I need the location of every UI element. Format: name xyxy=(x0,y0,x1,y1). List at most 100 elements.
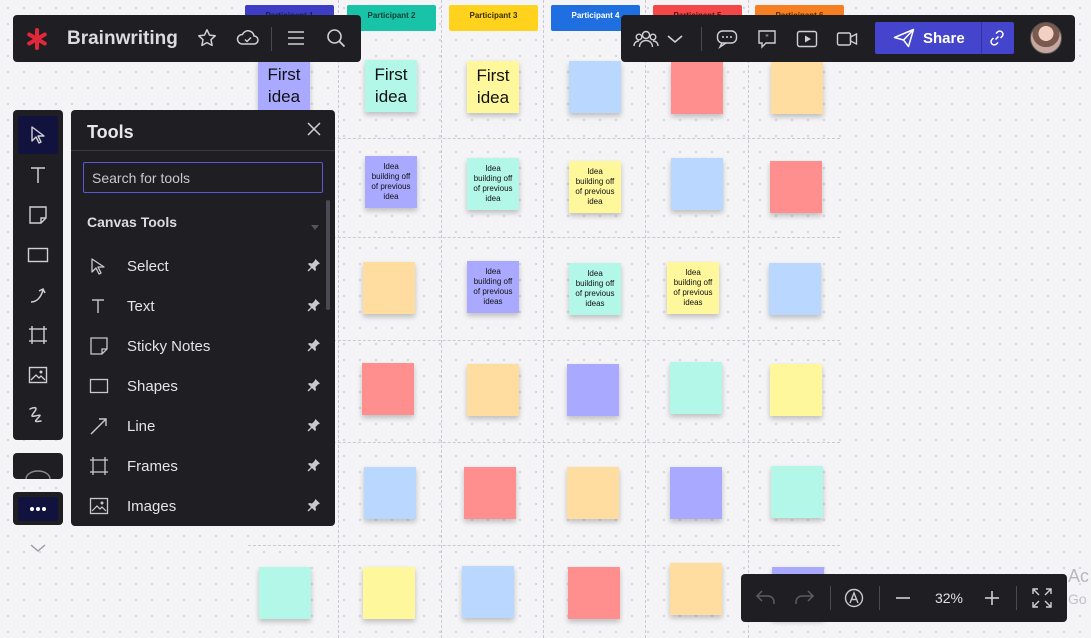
sticky-note[interactable] xyxy=(464,467,516,519)
sticky-note[interactable] xyxy=(462,566,514,618)
tool-item-label: Shapes xyxy=(127,377,178,395)
tool-item-sticky-notes[interactable]: Sticky Notes xyxy=(87,335,323,357)
board-header: Brainwriting xyxy=(13,15,361,62)
zoom-out-icon[interactable] xyxy=(895,590,911,611)
watermark-line-1: Ac xyxy=(1068,566,1090,586)
sticky-note[interactable] xyxy=(771,62,823,114)
tool-item-images[interactable]: Images xyxy=(87,495,323,517)
more-tools-button[interactable] xyxy=(13,492,63,525)
image-tool-button[interactable] xyxy=(18,356,58,394)
pin-icon[interactable] xyxy=(307,458,321,477)
sticky-note[interactable] xyxy=(670,467,722,519)
rectangle-icon xyxy=(89,378,109,399)
link-icon[interactable] xyxy=(988,29,1006,52)
sticky-note[interactable]: First idea xyxy=(365,60,417,112)
share-button[interactable]: Share xyxy=(875,22,1014,54)
search-tools-input[interactable]: Search for tools xyxy=(83,162,323,193)
pin-icon[interactable] xyxy=(307,498,321,517)
fullscreen-icon[interactable] xyxy=(1032,588,1052,613)
image-icon xyxy=(89,497,109,520)
chat-icon[interactable] xyxy=(715,27,739,51)
pin-icon[interactable] xyxy=(307,378,321,397)
tool-item-line[interactable]: Line xyxy=(87,415,323,437)
sticky-note[interactable]: Idea building off of previous idea xyxy=(365,156,417,208)
shapes-preview-icon xyxy=(25,470,51,479)
sticky-note[interactable] xyxy=(671,62,723,114)
shapes-tool-button[interactable] xyxy=(18,236,58,274)
board-title[interactable]: Brainwriting xyxy=(67,28,178,50)
sticky-note[interactable] xyxy=(363,567,415,619)
pin-icon[interactable] xyxy=(307,298,321,317)
sticky-note[interactable] xyxy=(363,262,415,314)
pin-icon[interactable] xyxy=(307,258,321,277)
redo-icon[interactable] xyxy=(793,588,815,611)
tool-item-text[interactable]: Text xyxy=(87,295,323,317)
row-divider xyxy=(248,138,840,139)
tool-item-frames[interactable]: Frames xyxy=(87,455,323,477)
line-tool-button[interactable] xyxy=(18,276,58,314)
accessibility-icon[interactable] xyxy=(844,588,864,613)
star-icon[interactable] xyxy=(195,26,219,50)
chevron-down-icon[interactable] xyxy=(665,27,685,51)
tool-item-shapes[interactable]: Shapes xyxy=(87,375,323,397)
caret-down-icon[interactable] xyxy=(311,218,319,236)
sticky-note[interactable] xyxy=(567,467,619,519)
text-tool-button[interactable] xyxy=(18,156,58,194)
sticky-note[interactable]: First idea xyxy=(258,60,310,112)
hamburger-menu-icon[interactable] xyxy=(284,26,308,50)
sticky-note[interactable] xyxy=(770,161,822,213)
sticky-note[interactable] xyxy=(259,567,311,619)
zoom-in-icon[interactable] xyxy=(984,590,1000,611)
sticky-note[interactable] xyxy=(670,362,722,414)
sticky-note[interactable] xyxy=(670,563,722,615)
sticky-note[interactable] xyxy=(568,567,620,619)
select-tool-button[interactable] xyxy=(18,116,58,154)
video-camera-icon[interactable] xyxy=(835,27,859,51)
presentation-play-icon[interactable] xyxy=(795,27,819,51)
sticky-note[interactable] xyxy=(769,263,821,315)
asterisk-logo-icon[interactable] xyxy=(25,27,49,51)
row-divider xyxy=(248,237,840,238)
divider xyxy=(271,27,272,51)
pin-icon[interactable] xyxy=(307,418,321,437)
sticky-note[interactable] xyxy=(569,61,621,113)
sticky-note[interactable] xyxy=(364,467,416,519)
sticky-note[interactable] xyxy=(771,466,823,518)
tools-panel: Tools Search for tools Canvas Tools Sele… xyxy=(71,110,335,526)
sticky-note[interactable]: First idea xyxy=(467,61,519,113)
search-icon[interactable] xyxy=(324,26,348,50)
sticky-note[interactable]: Idea building off of previous idea xyxy=(467,158,519,210)
tool-item-label: Text xyxy=(127,297,155,315)
column-divider xyxy=(441,0,442,638)
comment-quote-icon[interactable]: " xyxy=(755,27,779,51)
sticky-note[interactable] xyxy=(671,158,723,210)
sticky-note[interactable] xyxy=(770,364,822,416)
column-divider xyxy=(645,0,646,638)
pen-tool-button[interactable] xyxy=(18,396,58,434)
frame-tool-button[interactable] xyxy=(18,316,58,354)
scrollbar-thumb[interactable] xyxy=(326,200,330,310)
extra-tools-section[interactable] xyxy=(13,453,63,479)
tool-item-select[interactable]: Select xyxy=(87,255,323,277)
watermark-line-2: Go xyxy=(1068,591,1087,607)
participants-icon[interactable] xyxy=(633,27,659,51)
cloud-sync-icon[interactable] xyxy=(235,26,261,50)
sticky-note-tool-button[interactable] xyxy=(18,196,58,234)
sticky-note[interactable] xyxy=(467,364,519,416)
user-avatar[interactable] xyxy=(1030,22,1062,54)
sticky-note[interactable]: Idea building off of previous ideas xyxy=(569,263,621,315)
close-icon[interactable] xyxy=(307,122,323,138)
line-arrow-icon xyxy=(89,416,109,441)
chevron-down-icon[interactable] xyxy=(30,540,46,558)
sticky-note[interactable]: Idea building off of previous ideas xyxy=(667,262,719,314)
sticky-note[interactable] xyxy=(362,363,414,415)
tool-item-label: Frames xyxy=(127,457,178,475)
undo-icon[interactable] xyxy=(755,588,777,611)
participant-3-header[interactable]: Participant 3 xyxy=(449,5,538,31)
sticky-note[interactable]: Idea building off of previous ideas xyxy=(467,261,519,313)
sticky-note-icon xyxy=(89,336,109,361)
pin-icon[interactable] xyxy=(307,338,321,357)
zoom-level[interactable]: 32% xyxy=(931,590,967,606)
sticky-note[interactable]: Idea building off of previous idea xyxy=(569,161,621,213)
sticky-note[interactable] xyxy=(567,364,619,416)
